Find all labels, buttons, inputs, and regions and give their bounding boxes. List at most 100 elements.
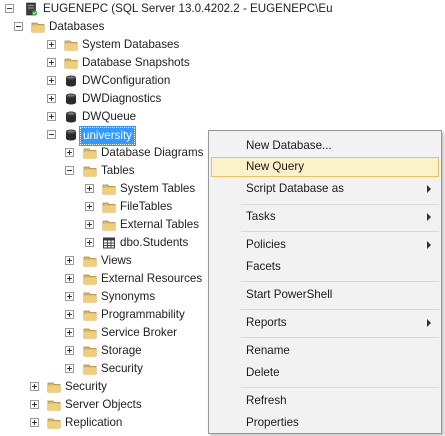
menu-item-rename[interactable]: Rename (211, 341, 439, 361)
folder-icon (83, 146, 97, 160)
tree-node-db-security[interactable]: Security (0, 360, 208, 378)
folder-icon (83, 290, 97, 304)
tree-node-database-diagrams[interactable]: Database Diagrams (0, 144, 208, 162)
database-icon (64, 92, 78, 106)
tree-node-external-tables[interactable]: External Tables (0, 216, 208, 234)
tree-node-label: DWConfiguration (82, 74, 171, 87)
expand-toggle-icon[interactable] (65, 310, 74, 319)
tree-node-label: System Databases (82, 38, 180, 51)
menu-item-refresh[interactable]: Refresh (211, 391, 439, 411)
tree-node-dwconfiguration[interactable]: DWConfiguration (0, 72, 445, 90)
folder-icon (64, 38, 78, 52)
tree-node-system-databases[interactable]: System Databases (0, 36, 445, 54)
expand-toggle-icon[interactable] (47, 40, 56, 49)
tree-node-synonyms[interactable]: Synonyms (0, 288, 208, 306)
submenu-arrow-icon (427, 319, 431, 327)
collapse-toggle-icon[interactable] (65, 166, 74, 175)
expand-toggle-icon[interactable] (65, 274, 74, 283)
expand-toggle-icon[interactable] (47, 58, 56, 67)
tree-node-storage[interactable]: Storage (0, 342, 208, 360)
database-icon (64, 128, 78, 142)
expand-toggle-icon[interactable] (65, 346, 74, 355)
menu-item-delete[interactable]: Delete (211, 363, 439, 383)
menu-item-label: Reports (246, 316, 287, 329)
folder-icon (83, 254, 97, 268)
tree-node-label: Replication (65, 416, 123, 429)
submenu-arrow-icon (427, 241, 431, 249)
tree-node-system-tables[interactable]: System Tables (0, 180, 208, 198)
tree-node-server-objects[interactable]: Server Objects (0, 396, 208, 414)
menu-item-label: New Database... (246, 139, 332, 152)
tree-node-label: Service Broker (101, 326, 178, 339)
tree-node-label: Views (101, 254, 132, 267)
menu-item-label: Refresh (246, 394, 287, 407)
expand-toggle-icon[interactable] (85, 238, 94, 247)
tree-node-label: Programmability (101, 308, 185, 321)
expand-toggle-icon[interactable] (47, 76, 56, 85)
menu-item-reports[interactable]: Reports (211, 313, 439, 333)
database-icon (64, 74, 78, 88)
menu-separator (241, 231, 439, 232)
tree-node-filetables[interactable]: FileTables (0, 198, 208, 216)
expand-toggle-icon[interactable] (65, 364, 74, 373)
tree-node-databases[interactable]: Databases (0, 18, 445, 36)
expand-toggle-icon[interactable] (65, 328, 74, 337)
tree-node-security[interactable]: Security (0, 378, 208, 396)
tree-node-programmability[interactable]: Programmability (0, 306, 208, 324)
menu-item-label: New Query (246, 160, 304, 173)
tree-node-label-selected: university (79, 126, 136, 146)
tree-node-database-snapshots[interactable]: Database Snapshots (0, 54, 445, 72)
tree-node-dwdiagnostics[interactable]: DWDiagnostics (0, 90, 445, 108)
expand-toggle-icon[interactable] (85, 184, 94, 193)
tree-node-label: Databases (49, 20, 105, 33)
menu-item-label: Rename (246, 344, 290, 357)
expand-toggle-icon[interactable] (30, 418, 39, 427)
expand-toggle-icon[interactable] (47, 94, 56, 103)
tree-node-dwqueue[interactable]: DWQueue (0, 108, 445, 126)
tree-node-label: EUGENEPC (SQL Server 13.0.4202.2 - EUGEN… (43, 2, 333, 15)
expand-toggle-icon[interactable] (30, 382, 39, 391)
expand-toggle-icon[interactable] (47, 112, 56, 121)
tree-node-label: dbo.Students (120, 236, 189, 249)
menu-separator (241, 309, 439, 310)
menu-item-script-database-as[interactable]: Script Database as (211, 179, 439, 199)
tree-node-label: DWDiagnostics (82, 92, 162, 105)
expand-toggle-icon[interactable] (30, 400, 39, 409)
menu-item-facets[interactable]: Facets (211, 257, 439, 277)
menu-item-new-query[interactable]: New Query (211, 157, 439, 177)
tree-node-university[interactable]: university (0, 126, 208, 146)
expand-toggle-icon[interactable] (65, 292, 74, 301)
expand-toggle-icon[interactable] (85, 202, 94, 211)
collapse-toggle-icon[interactable] (5, 4, 14, 13)
menu-item-tasks[interactable]: Tasks (211, 207, 439, 227)
tree-node-service-broker[interactable]: Service Broker (0, 324, 208, 342)
folder-icon (31, 20, 45, 34)
collapse-toggle-icon[interactable] (14, 22, 23, 31)
tree-node-label: Synonyms (101, 290, 156, 303)
folder-icon (102, 200, 116, 214)
menu-item-properties[interactable]: Properties (211, 413, 439, 433)
menu-item-label: Policies (246, 238, 286, 251)
tree-node-label: External Tables (120, 218, 200, 231)
tree-node-replication[interactable]: Replication (0, 414, 208, 432)
collapse-toggle-icon[interactable] (47, 130, 56, 139)
folder-icon (83, 308, 97, 322)
expand-toggle-icon[interactable] (65, 148, 74, 157)
tree-node-label: Security (101, 362, 143, 375)
menu-item-start-powershell[interactable]: Start PowerShell (211, 285, 439, 305)
expand-toggle-icon[interactable] (65, 256, 74, 265)
tree-node-views[interactable]: Views (0, 252, 208, 270)
folder-icon (64, 56, 78, 70)
tree-node-tables[interactable]: Tables (0, 162, 208, 180)
tree-node-dbo-students[interactable]: dbo.Students (0, 234, 208, 252)
tree-node-external-resources[interactable]: External Resources (0, 270, 208, 288)
menu-separator (241, 281, 439, 282)
menu-separator (241, 387, 439, 388)
table-icon (102, 236, 116, 250)
tree-node-label: Server Objects (65, 398, 142, 411)
menu-item-policies[interactable]: Policies (211, 235, 439, 255)
tree-node-server[interactable]: EUGENEPC (SQL Server 13.0.4202.2 - EUGEN… (0, 0, 445, 18)
menu-item-new-database[interactable]: New Database... (211, 136, 439, 156)
tree-node-label: Database Diagrams (101, 146, 204, 159)
expand-toggle-icon[interactable] (85, 220, 94, 229)
